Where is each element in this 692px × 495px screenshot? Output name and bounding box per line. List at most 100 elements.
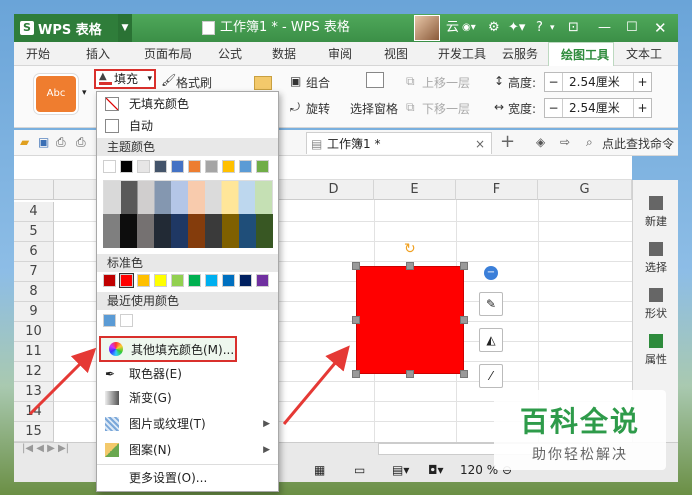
resize-handle[interactable]	[406, 370, 414, 378]
row-header[interactable]: 10	[14, 322, 54, 342]
tab-review[interactable]: 审阅	[316, 42, 372, 66]
tab-view[interactable]: 视图	[372, 42, 426, 66]
row-header[interactable]: 8	[14, 282, 54, 302]
height-stepper[interactable]: − 2.54厘米 +	[544, 72, 652, 92]
row-header[interactable]: 5	[14, 222, 54, 242]
shape-pane-button[interactable]: 形状	[633, 288, 679, 321]
reading-view-icon[interactable]: ◘▾	[428, 463, 444, 477]
color-swatch[interactable]	[222, 274, 235, 287]
shape-fill-icon[interactable]	[254, 76, 272, 90]
search-icon[interactable]: ⌕	[586, 135, 593, 150]
picture-texture-item[interactable]: 图片或纹理(T) ▶	[97, 412, 278, 436]
shirt-icon[interactable]: ✦▾	[508, 14, 525, 42]
row-header[interactable]: 12	[14, 362, 54, 382]
minimize-icon[interactable]: —	[598, 14, 611, 42]
workbook-tab[interactable]: ▤ 工作簿1 * ×	[306, 132, 492, 154]
maximize-icon[interactable]: ☐	[626, 14, 638, 42]
tab-formula[interactable]: 公式	[206, 42, 260, 66]
new-pane-button[interactable]: 新建	[633, 196, 679, 229]
color-swatch[interactable]	[137, 274, 150, 287]
normal-view-icon[interactable]: ▦	[314, 463, 325, 477]
tab-drawing-tools[interactable]: 绘图工具	[548, 42, 614, 66]
width-stepper[interactable]: − 2.54厘米 +	[544, 98, 652, 118]
group-button[interactable]: 组合	[306, 74, 330, 91]
height-value[interactable]: 2.54厘米	[563, 73, 633, 91]
shape-fill-float-icon[interactable]: ◭	[479, 328, 503, 352]
color-swatch[interactable]	[154, 160, 167, 173]
resize-handle[interactable]	[460, 370, 468, 378]
help-dropdown-icon[interactable]: ▾	[550, 14, 555, 42]
eyedropper-item[interactable]: ✒ 取色器(E)	[97, 362, 278, 386]
tab-page-layout[interactable]: 页面布局	[132, 42, 206, 66]
color-swatch[interactable]	[205, 160, 218, 173]
auto-fill-item[interactable]: 自动	[97, 114, 278, 138]
row-header[interactable]: 7	[14, 262, 54, 282]
color-swatch[interactable]	[120, 160, 133, 173]
zoom-level[interactable]: 120 %	[460, 463, 498, 477]
app-menu-button[interactable]: S WPS 表格	[14, 14, 118, 42]
edit-shape-icon[interactable]: ✎	[479, 292, 503, 316]
color-swatch[interactable]	[171, 274, 184, 287]
red-rectangle-shape[interactable]	[356, 266, 464, 374]
height-plus-button[interactable]: +	[633, 73, 651, 91]
share-icon[interactable]: ⇨	[560, 135, 570, 149]
properties-pane-button[interactable]: 属性	[633, 334, 679, 367]
color-swatch[interactable]	[188, 274, 201, 287]
color-swatch[interactable]	[137, 160, 150, 173]
page-break-view-icon[interactable]: ▤▾	[392, 463, 409, 477]
more-settings-item[interactable]: 更多设置(O)...	[97, 466, 278, 490]
column-header-f[interactable]: F	[456, 180, 538, 200]
row-header[interactable]: 15	[14, 422, 54, 442]
user-label[interactable]: 云	[446, 14, 459, 42]
resize-handle[interactable]	[460, 262, 468, 270]
resize-handle[interactable]	[352, 370, 360, 378]
color-swatch[interactable]	[120, 314, 133, 327]
tab-data[interactable]: 数据	[260, 42, 316, 66]
color-swatch[interactable]	[256, 274, 269, 287]
fill-button[interactable]: ▲ 填充 ▾	[94, 69, 156, 89]
new-tab-icon[interactable]: +	[500, 131, 515, 152]
color-swatch[interactable]	[171, 160, 184, 173]
gradient-item[interactable]: 渐变(G)	[97, 386, 278, 410]
color-swatch[interactable]	[103, 160, 116, 173]
color-swatch[interactable]	[205, 274, 218, 287]
shape-outline-float-icon[interactable]: ⁄	[479, 364, 503, 388]
row-header[interactable]: 9	[14, 302, 54, 322]
format-painter-button[interactable]: 格式刷	[176, 74, 212, 91]
resize-handle[interactable]	[460, 316, 468, 324]
style-dropdown-icon[interactable]: ▾	[82, 88, 87, 98]
tab-start[interactable]: 开始	[14, 42, 74, 66]
resize-handle[interactable]	[406, 262, 414, 270]
row-header[interactable]: 14	[14, 402, 54, 422]
column-header-g[interactable]: G	[538, 180, 632, 200]
print-icon[interactable]: ⎙	[76, 135, 86, 150]
no-fill-item[interactable]: 无填充颜色	[97, 92, 278, 116]
resize-handle[interactable]	[352, 262, 360, 270]
color-swatch[interactable]	[154, 274, 167, 287]
color-swatch[interactable]	[119, 273, 134, 288]
color-swatch[interactable]	[239, 160, 252, 173]
rotate-button[interactable]: 旋转	[306, 100, 330, 117]
sheet-nav-icon[interactable]: |◀ ◀ ▶ ▶|	[22, 443, 69, 454]
row-header[interactable]: 6	[14, 242, 54, 262]
print-preview-icon[interactable]: ⎙	[56, 135, 66, 150]
color-swatch[interactable]	[239, 274, 252, 287]
collapse-icon[interactable]: −	[484, 266, 498, 280]
selection-pane-button[interactable]: 选择窗格	[350, 100, 398, 117]
tab-developer[interactable]: 开发工具	[426, 42, 490, 66]
tab-insert[interactable]: 插入	[74, 42, 132, 66]
resize-handle[interactable]	[352, 316, 360, 324]
page-layout-view-icon[interactable]: ▭	[354, 463, 365, 477]
width-plus-button[interactable]: +	[633, 99, 651, 117]
open-folder-icon[interactable]: ▰	[20, 135, 29, 149]
fill-dropdown-icon[interactable]: ▾	[147, 71, 152, 87]
close-tab-icon[interactable]: ×	[475, 133, 485, 155]
select-all-corner[interactable]	[14, 180, 54, 200]
width-minus-button[interactable]: −	[545, 99, 563, 117]
color-swatch[interactable]	[103, 314, 116, 327]
width-value[interactable]: 2.54厘米	[563, 99, 633, 117]
color-swatch[interactable]	[188, 160, 201, 173]
rotate-handle-icon[interactable]: ↻	[404, 242, 418, 256]
color-swatch[interactable]	[222, 160, 235, 173]
send-backward-button[interactable]: 下移一层	[422, 100, 470, 117]
